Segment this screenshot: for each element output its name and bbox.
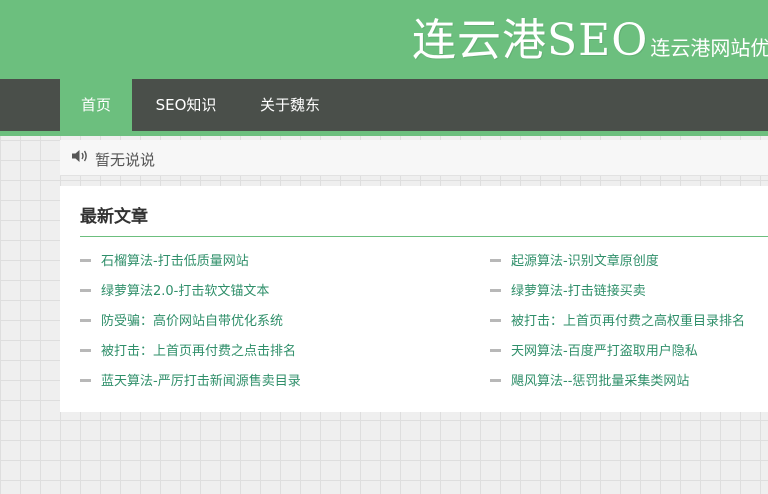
article-title: 石榴算法-打击低质量网站 (101, 254, 249, 269)
panel-title: 最新文章 (80, 207, 148, 227)
article-link[interactable]: 起源算法-识别文章原创度 (490, 251, 659, 273)
nav-item-home[interactable]: 首页 (60, 79, 132, 131)
article-title: 绿萝算法-打击链接买卖 (511, 284, 646, 299)
panel-divider (80, 236, 768, 237)
list-bullet (80, 379, 91, 382)
article-title: 绿萝算法2.0-打击软文锚文本 (101, 284, 270, 299)
list-bullet (80, 349, 91, 352)
article-title: 起源算法-识别文章原创度 (511, 254, 659, 269)
article-link[interactable]: 绿萝算法2.0-打击软文锚文本 (80, 281, 269, 303)
article-link[interactable]: 天网算法-百度严打盗取用户隐私 (490, 341, 698, 363)
list-bullet (490, 259, 501, 262)
article-title: 被打击：上首页再付费之高权重目录排名 (511, 314, 746, 329)
logo-subtitle: 连云港网站优 (650, 36, 768, 60)
logo-title: 连云港SEO (412, 15, 649, 66)
article-link[interactable]: 被打击：上首页再付费之点击排名 (80, 341, 296, 363)
article-link[interactable]: 飓风算法--惩罚批量采集类网站 (490, 371, 689, 393)
list-bullet (80, 289, 91, 292)
nav-item-seo-knowledge[interactable]: SEO知识 (140, 79, 232, 131)
notice-text: 暂无说说 (95, 151, 156, 169)
site-header: 连云港SEO 连云港网站优 (0, 0, 768, 79)
nav-item-about[interactable]: 关于魏东 (243, 79, 337, 131)
article-title: 蓝天算法-严厉打击新闻源售卖目录 (101, 374, 301, 389)
article-link[interactable]: 防受骗：高价网站自带优化系统 (80, 311, 283, 333)
article-title: 防受骗：高价网站自带优化系统 (101, 314, 284, 329)
article-link[interactable]: 石榴算法-打击低质量网站 (80, 251, 249, 273)
article-link[interactable]: 绿萝算法-打击链接买卖 (490, 281, 646, 303)
list-bullet (490, 289, 501, 292)
nav-accent-bar (0, 131, 768, 136)
notice-bar: 暂无说说 (60, 140, 768, 176)
article-title: 被打击：上首页再付费之点击排名 (101, 344, 297, 359)
list-bullet (490, 379, 501, 382)
list-bullet (490, 319, 501, 322)
article-link[interactable]: 被打击：上首页再付费之高权重目录排名 (490, 311, 745, 333)
site-logo[interactable]: 连云港SEO 连云港网站优 (412, 4, 768, 68)
speaker-icon (72, 150, 87, 162)
list-bullet (80, 319, 91, 322)
article-title: 飓风算法--惩罚批量采集类网站 (511, 374, 690, 389)
article-link[interactable]: 蓝天算法-严厉打击新闻源售卖目录 (80, 371, 301, 393)
main-navigation: 首页 SEO知识 关于魏东 (0, 79, 768, 131)
latest-articles-panel: 最新文章 石榴算法-打击低质量网站 绿萝算法2.0-打击软文锚文本 防受骗：高价… (60, 186, 768, 412)
list-bullet (80, 259, 91, 262)
article-title: 天网算法-百度严打盗取用户隐私 (511, 344, 698, 359)
list-bullet (490, 349, 501, 352)
